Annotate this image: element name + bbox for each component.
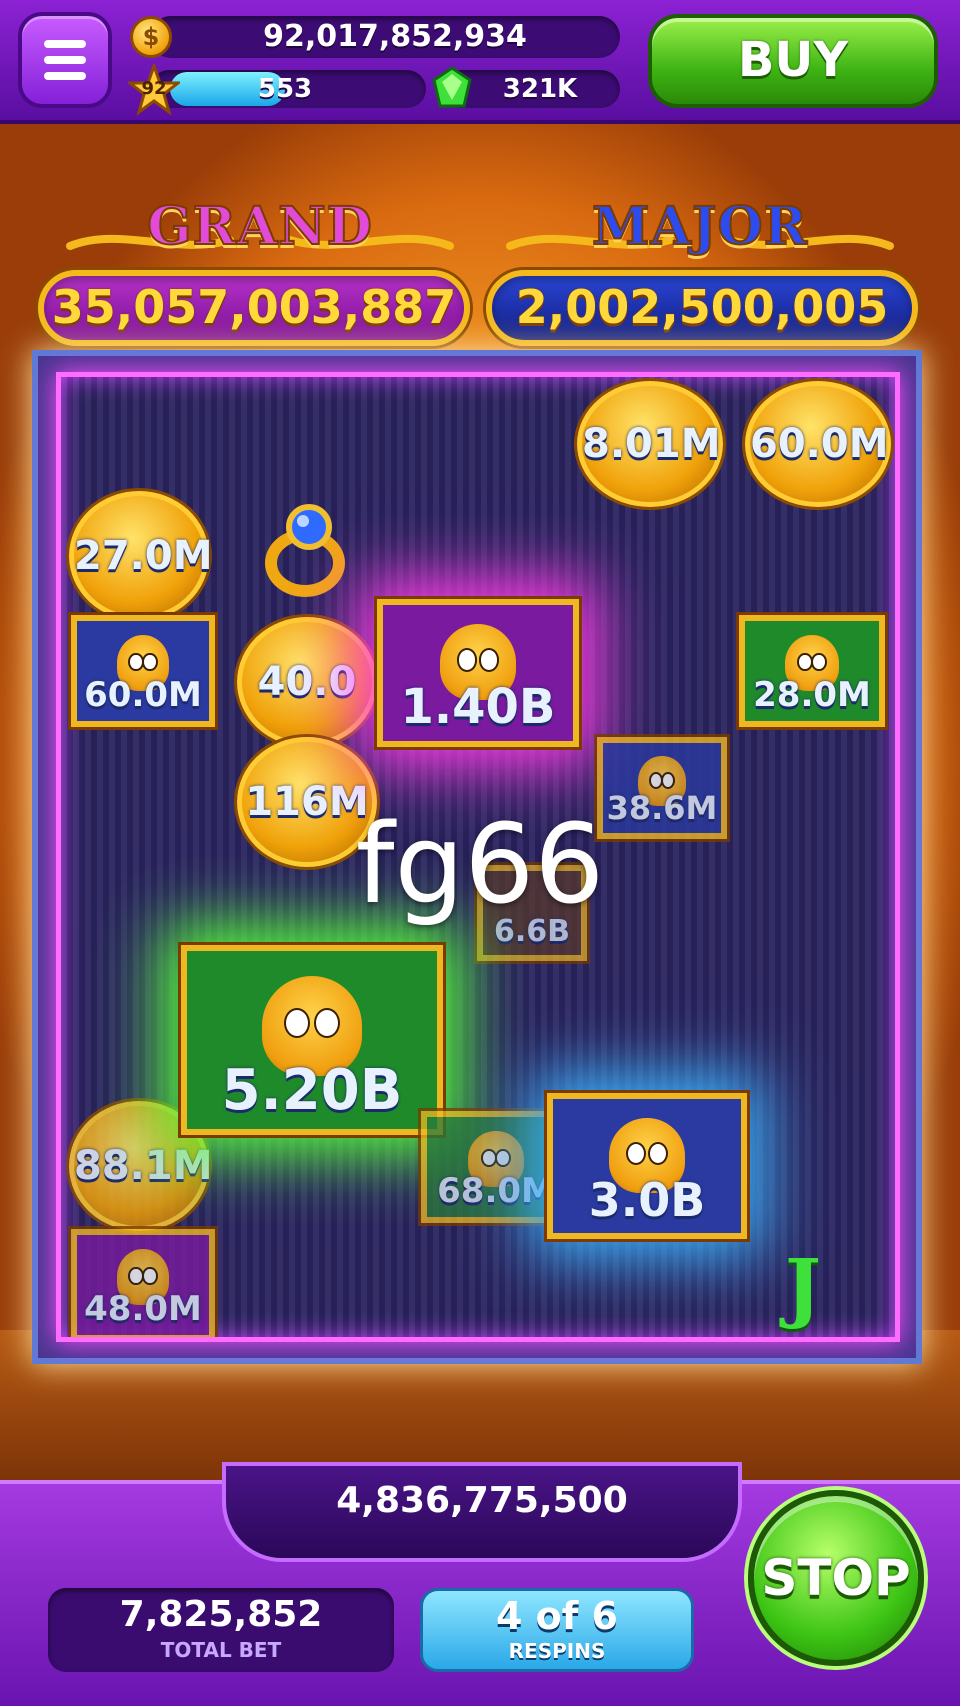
reel-column [733,377,895,1337]
gold-coin-symbol: 40.0 [237,617,377,747]
watermark-text: fg66 [355,800,605,928]
major-jackpot-title: MAJOR [591,195,809,258]
tile-value: 48.0M [84,1289,202,1329]
tile-value: 60.0M [84,675,202,715]
queen-character-tile: 48.0M [71,1229,215,1337]
queen-character-tile: 1.40B [377,599,579,747]
green-gem-icon [432,66,472,108]
total-bet-value: 7,825,852 [119,1594,323,1635]
tile-value: 68.0M [437,1171,555,1211]
respins-counter: 4 of 6 RESPINS [420,1588,694,1672]
top-bar: $ 92,017,852,934 92 553 321K BUY [0,0,960,124]
buy-button[interactable]: BUY [648,14,938,108]
menu-button[interactable] [18,12,112,108]
coin-balance: 92,017,852,934 [263,19,527,54]
j-symbol: J [785,1242,821,1331]
gold-coin-symbol: 8.01M [577,381,723,507]
grand-jackpot-title: GRAND [146,195,373,258]
wizard-character-tile: 3.0B [547,1093,747,1239]
knight-character-tile: 5.20B [181,945,443,1135]
total-bet-box[interactable]: 7,825,852 TOTAL BET [48,1588,394,1672]
hamburger-menu-icon-bar [44,72,86,80]
hamburger-menu-icon [44,40,86,48]
hamburger-menu-icon-bar [44,56,86,64]
wizard-character-tile: 60.0M [71,615,215,727]
gold-coin-symbol: 27.0M [69,491,213,621]
knight-character-tile: 28.0M [739,615,885,727]
gold-coin-symbol: 60.0M [745,381,891,507]
tile-value: 5.20B [221,1058,403,1123]
total-bet-label: TOTAL BET [160,1638,282,1662]
tile-value: 28.0M [753,675,871,715]
respins-label: RESPINS [508,1639,606,1663]
tile-value: 1.40B [400,679,556,735]
sapphire-ring-icon [265,504,345,597]
player-level: 92 [141,78,167,99]
stop-button[interactable]: STOP [748,1490,924,1666]
respins-value: 4 of 6 [496,1594,618,1638]
win-amount: 4,836,775,500 [222,1462,742,1562]
grand-jackpot-value: 35,057,003,887 [38,270,470,346]
major-jackpot-value: 2,002,500,005 [486,270,918,346]
tile-value: 3.0B [588,1173,706,1227]
coin-icon: $ [130,16,172,58]
xp-value: 553 [257,74,313,104]
gem-balance: 321K [502,74,578,104]
